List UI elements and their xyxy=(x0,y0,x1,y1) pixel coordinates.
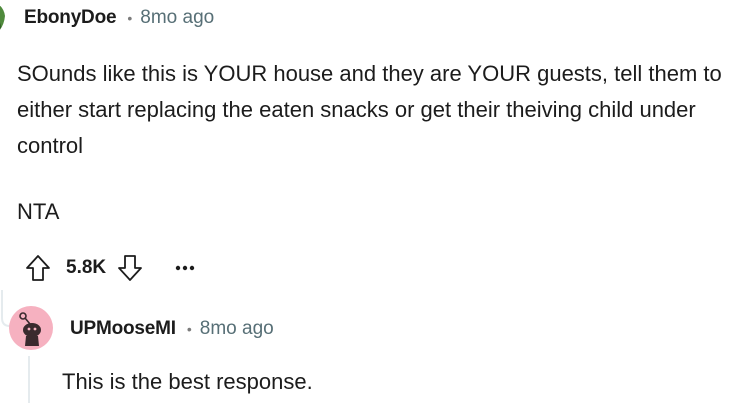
comment-header: EbonyDoe • 8mo ago xyxy=(24,4,214,32)
ellipsis-icon xyxy=(175,265,195,271)
reply-header: UPMooseMI • 8mo ago xyxy=(70,315,274,343)
reply-thread-line[interactable] xyxy=(28,356,30,403)
comment-body-paragraph: NTA xyxy=(17,199,60,224)
comment-body: SOunds like this is YOUR house and they … xyxy=(17,56,737,230)
comment-thread: EbonyDoe • 8mo ago SOunds like this is Y… xyxy=(0,0,745,403)
avatar-edge-icon xyxy=(0,5,5,30)
comment-body-paragraph: SOunds like this is YOUR house and they … xyxy=(17,61,722,158)
more-options-button[interactable] xyxy=(170,250,200,286)
separator-dot: • xyxy=(186,321,192,337)
separator-dot: • xyxy=(127,10,133,26)
upvote-button[interactable] xyxy=(20,250,56,286)
comment-action-bar: 5.8K xyxy=(0,250,200,286)
comment-username[interactable]: EbonyDoe xyxy=(24,7,117,29)
comment-timestamp[interactable]: 8mo ago xyxy=(140,7,214,29)
downvote-button[interactable] xyxy=(112,250,148,286)
downvote-arrow-icon xyxy=(118,255,143,281)
upvote-arrow-icon xyxy=(26,255,50,281)
reply-timestamp[interactable]: 8mo ago xyxy=(200,318,274,340)
reply-body: This is the best response. xyxy=(62,369,313,394)
reply-username[interactable]: UPMooseMI xyxy=(70,318,176,340)
vote-score: 5.8K xyxy=(66,257,107,278)
snoo-avatar-icon[interactable] xyxy=(8,300,54,356)
